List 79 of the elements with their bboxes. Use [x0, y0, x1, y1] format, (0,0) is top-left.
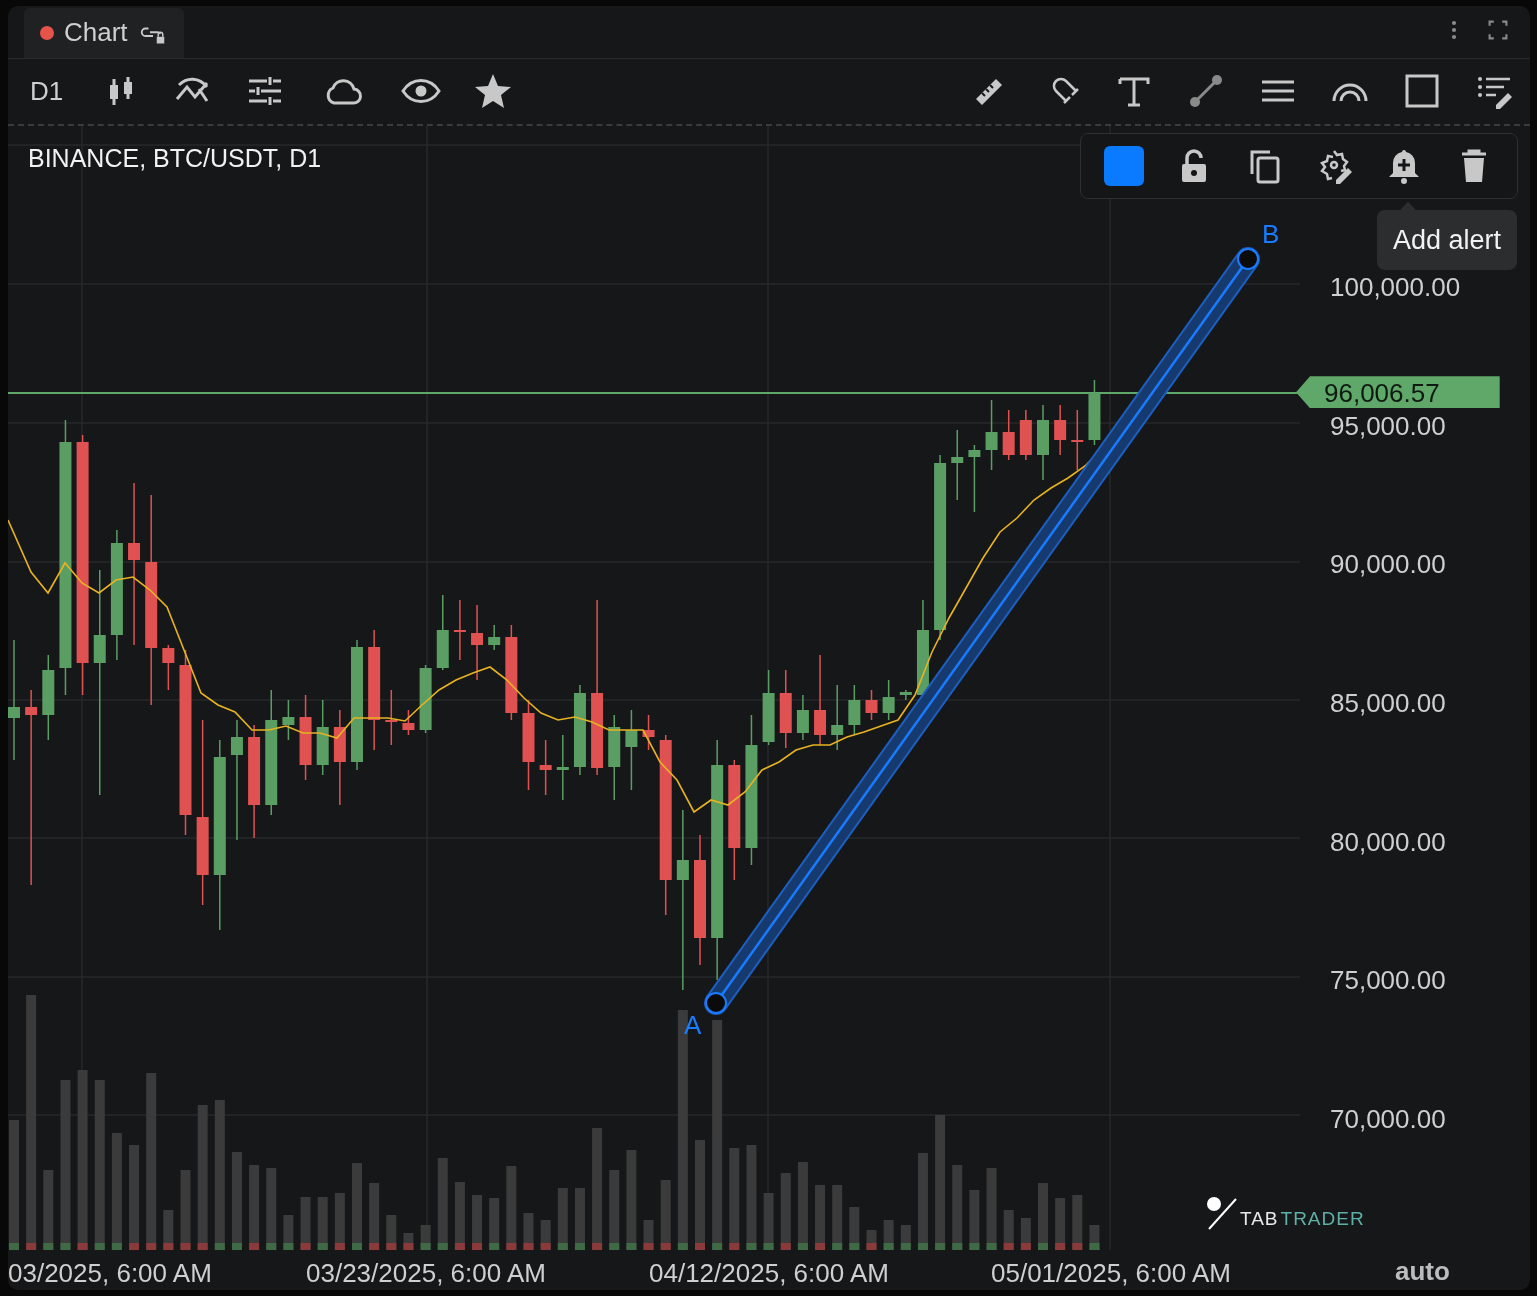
volume-bar	[472, 1195, 483, 1251]
volume-bar	[454, 1182, 465, 1251]
candle	[1071, 409, 1084, 471]
point-label: B	[1262, 219, 1280, 251]
trend-line[interactable]	[704, 247, 1260, 1016]
last-price-tag: 96,006.57	[1296, 376, 1500, 409]
volume-bar	[763, 1193, 774, 1251]
volume-bar	[386, 1215, 397, 1251]
time-axis-label: 04/12/2025, 6:00 AM	[649, 1258, 889, 1290]
candle	[402, 709, 415, 736]
candle	[1088, 379, 1101, 446]
candle	[1002, 409, 1015, 461]
color-swatch[interactable]	[1104, 146, 1144, 187]
volume-bar	[300, 1197, 311, 1251]
candle	[282, 699, 295, 741]
app-logo: TAB TRADER	[1206, 1196, 1365, 1231]
candle	[968, 444, 981, 513]
candle	[848, 684, 861, 736]
volume-bar	[969, 1190, 980, 1251]
volume-bar	[1020, 1218, 1031, 1251]
time-axis-label: 05/01/2025, 6:00 AM	[991, 1258, 1231, 1290]
volume-bar	[540, 1220, 551, 1251]
price-axis-label: 90,000.00	[1330, 549, 1446, 581]
volume-bar	[660, 1180, 671, 1251]
candle	[899, 689, 912, 701]
volume-bar	[883, 1220, 894, 1251]
auto-scale-button[interactable]: auto	[1395, 1256, 1450, 1288]
interval-button[interactable]: D1	[24, 75, 70, 107]
candle	[453, 599, 466, 661]
candle	[1019, 409, 1032, 461]
volume-bar	[866, 1230, 877, 1251]
volume-bar	[574, 1188, 585, 1251]
price-axis-label: 100,000.00	[1330, 272, 1461, 304]
volume-bar	[1038, 1183, 1048, 1251]
price-axis-label: 85,000.00	[1330, 688, 1446, 720]
point-label: A	[684, 1010, 702, 1042]
volume-bar	[317, 1197, 328, 1251]
volume-bar	[1003, 1210, 1014, 1251]
price-axis-label: 75,000.00	[1330, 965, 1446, 997]
volume-bar	[420, 1225, 431, 1251]
candle	[1054, 404, 1067, 456]
candle	[385, 689, 398, 746]
volume-bar	[849, 1207, 860, 1251]
volume-bar	[283, 1215, 294, 1251]
volume-bar	[832, 1185, 843, 1251]
candle	[951, 429, 964, 501]
time-axis-label: 03/2025, 6:00 AM	[8, 1258, 212, 1290]
candle	[796, 694, 809, 741]
tooltip: Add alert	[1377, 210, 1518, 271]
volume-bar	[815, 1185, 826, 1251]
chart-tab[interactable]: Chart	[24, 7, 184, 58]
candle	[642, 714, 655, 751]
price-axis-label: 80,000.00	[1330, 826, 1446, 858]
candle	[488, 624, 501, 651]
volume-bar	[489, 1198, 500, 1251]
candle	[162, 644, 175, 691]
status-dot	[40, 25, 54, 40]
volume-bar	[334, 1193, 345, 1251]
candle	[419, 664, 432, 734]
volume-bar	[1072, 1195, 1083, 1251]
volume-bar	[1055, 1198, 1066, 1251]
volume-bar	[900, 1225, 911, 1251]
volume-bar	[369, 1183, 380, 1251]
candle	[556, 734, 569, 801]
price-axis-label: 70,000.00	[1330, 1103, 1446, 1135]
volume-bar	[1089, 1225, 1100, 1251]
symbol-legend: BINANCE, BTC/USDT, D1	[28, 144, 322, 174]
volume-bar	[523, 1213, 534, 1251]
price-axis-label: 95,000.00	[1330, 410, 1446, 442]
candle	[539, 739, 552, 796]
volume-bar	[643, 1220, 654, 1251]
candle	[985, 399, 998, 471]
time-axis-label: 03/23/2025, 6:00 AM	[306, 1258, 546, 1290]
candle	[831, 684, 844, 751]
candle	[882, 679, 895, 721]
volume-bar	[557, 1188, 568, 1251]
volume-bar	[403, 1233, 414, 1251]
candle	[865, 689, 878, 721]
volume-bar	[163, 1210, 174, 1251]
